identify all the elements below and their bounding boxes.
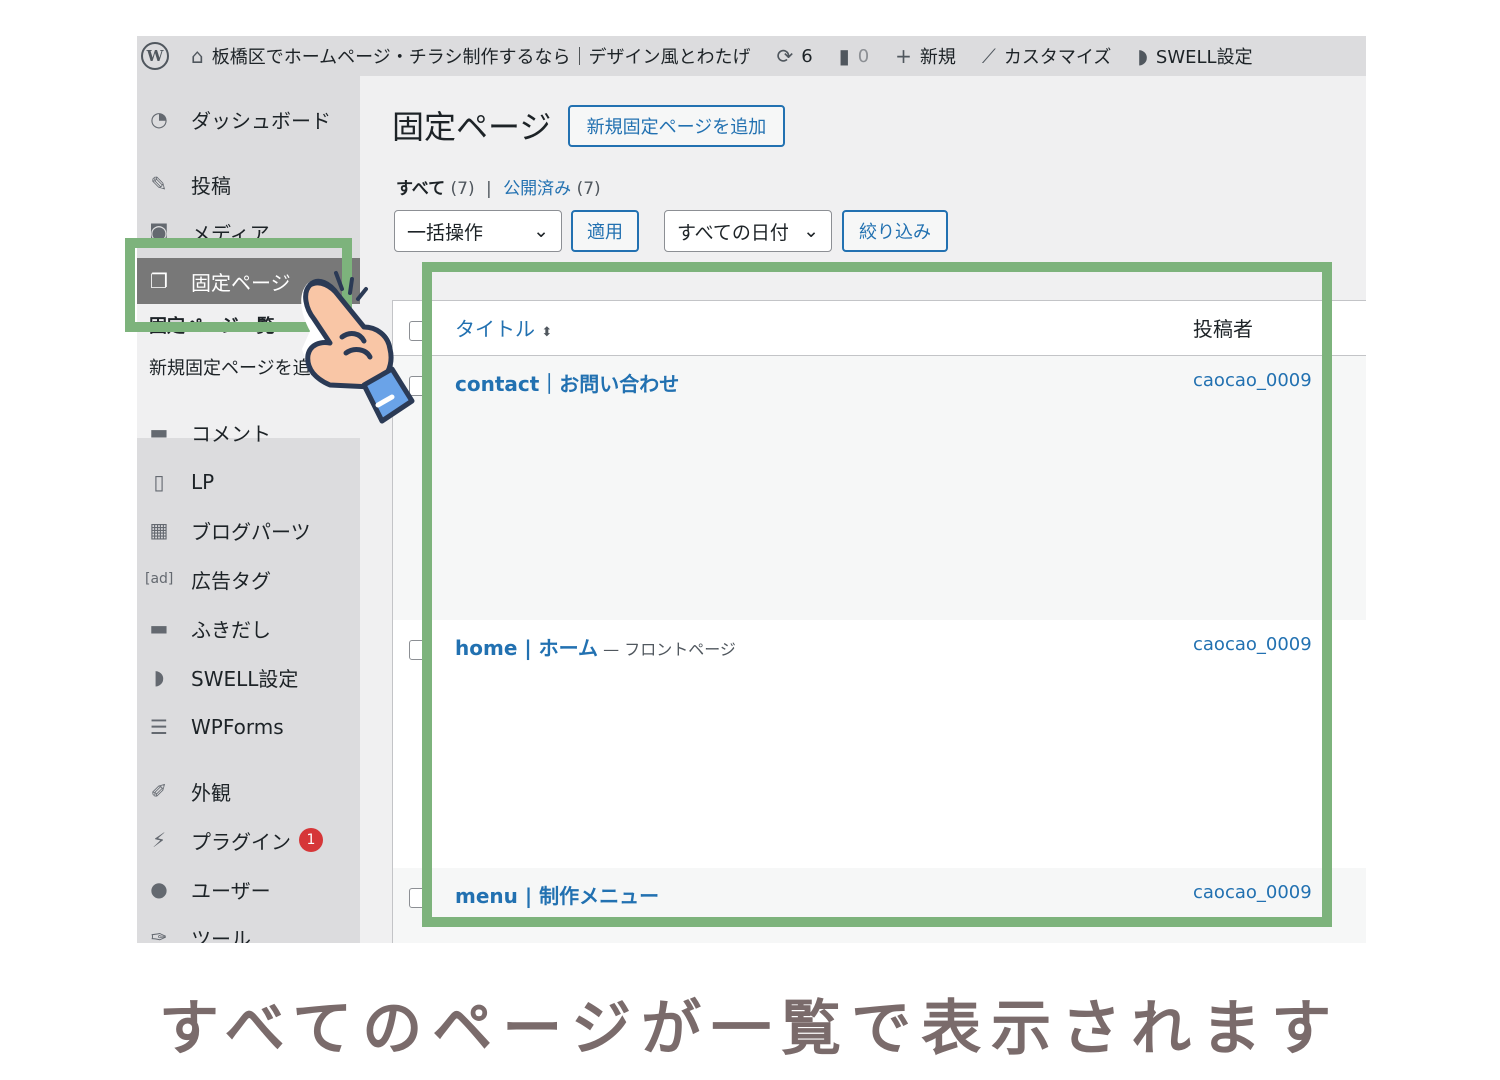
filter-all[interactable]: すべて	[396, 179, 445, 199]
pointing-hand-icon	[301, 271, 415, 424]
bulk-action-select[interactable]: 一括操作 ⌄	[394, 210, 562, 252]
site-name-link[interactable]: ⌂ 板橋区でホームページ・チラシ制作するなら｜デザイン風とわたげ	[191, 43, 750, 69]
sidebar-item-balloons[interactable]: ▬ ふきだし	[137, 605, 360, 651]
ad-icon: [ad]	[145, 571, 174, 587]
sidebar-item-swell[interactable]: ◗ SWELL設定	[137, 654, 360, 700]
page-title: 固定ページ	[392, 108, 552, 146]
sidebar-item-users[interactable]: ● ユーザー	[137, 866, 360, 912]
date-filter-select[interactable]: すべての日付 ⌄	[664, 210, 832, 252]
pin-icon: ✎	[150, 172, 168, 196]
sidebar-item-blog-parts[interactable]: ▦ ブログパーツ	[137, 507, 360, 553]
sidebar-item-posts[interactable]: ✎ 投稿	[137, 161, 360, 207]
wordpress-logo-icon[interactable]: W	[141, 42, 169, 70]
home-icon: ⌂	[191, 44, 204, 68]
form-icon: ☰	[150, 715, 168, 739]
sidebar-item-wpforms[interactable]: ☰ WPForms	[137, 704, 360, 750]
plugins-update-badge: 1	[299, 828, 323, 852]
paint-brush-icon: ✐	[150, 779, 168, 803]
admin-bar: W ⌂ 板橋区でホームページ・チラシ制作するなら｜デザイン風とわたげ ⟳ 6 ▮…	[137, 36, 1366, 76]
document-icon: ▯	[153, 470, 165, 494]
dashboard-gauge-icon: ◔	[150, 107, 168, 131]
filter-button[interactable]: 絞り込み	[842, 210, 948, 252]
wrench-icon: ✑	[150, 925, 168, 943]
brush-icon: ⟋	[981, 44, 996, 68]
comments-link[interactable]: ▮ 0	[839, 44, 869, 68]
plus-icon: +	[895, 44, 912, 68]
updates-link[interactable]: ⟳ 6	[776, 44, 812, 68]
sidebar-item-appearance[interactable]: ✐ 外観	[137, 768, 360, 814]
sidebar-item-plugins[interactable]: ⚡ プラグイン 1	[137, 817, 360, 863]
refresh-icon: ⟳	[776, 44, 794, 68]
add-new-page-button[interactable]: 新規固定ページを追加	[568, 105, 785, 147]
sidebar-item-dashboard[interactable]: ◔ ダッシュボード	[137, 96, 360, 142]
chevron-down-icon: ⌄	[533, 220, 549, 242]
new-content-link[interactable]: + 新規	[895, 43, 956, 69]
admin-sidebar: ◔ ダッシュボード ✎ 投稿 ◙ メディア ❐ 固定ページ 固定ページ一覧 新規…	[137, 76, 360, 943]
comment-bubble-icon: ▮	[838, 44, 850, 68]
comment-icon: ▬	[149, 420, 169, 444]
swell-bird-icon: ◗	[1137, 44, 1148, 68]
swell-bird-icon: ◗	[153, 665, 165, 689]
chevron-down-icon: ⌄	[803, 220, 819, 242]
sidebar-item-ad-tags[interactable]: [ad] 広告タグ	[137, 556, 360, 602]
plug-icon: ⚡	[151, 828, 167, 852]
caption-text: すべてのページが一覧で表示されます	[158, 994, 1342, 1064]
customize-link[interactable]: ⟋ カスタマイズ	[982, 43, 1111, 69]
table-highlight-frame	[422, 262, 1332, 927]
user-icon: ●	[150, 877, 168, 901]
apply-button[interactable]: 適用	[571, 210, 639, 252]
speech-balloon-icon: ▬	[149, 616, 169, 640]
filter-published[interactable]: 公開済み	[503, 179, 571, 199]
layout-grid-icon: ▦	[149, 518, 169, 542]
sidebar-item-tools[interactable]: ✑ ツール	[137, 914, 360, 943]
status-filter-links: すべて (7) | 公開済み (7)	[396, 179, 601, 199]
sidebar-item-lp[interactable]: ▯ LP	[137, 459, 360, 505]
swell-settings-link[interactable]: ◗ SWELL設定	[1137, 43, 1252, 69]
